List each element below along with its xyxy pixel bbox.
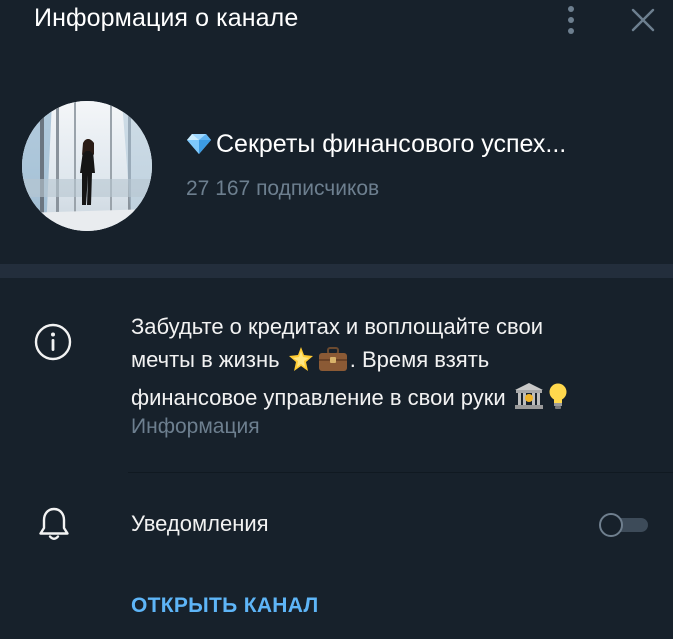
close-icon bbox=[631, 8, 655, 32]
description-line-2a: мечты в жизнь bbox=[131, 347, 280, 372]
page-title: Информация о канале bbox=[34, 4, 299, 32]
notifications-label: Уведомления bbox=[131, 511, 269, 536]
lightbulb-icon bbox=[548, 382, 568, 419]
subscriber-count: 27 167 подписчиков bbox=[186, 177, 380, 200]
avatar[interactable] bbox=[22, 101, 152, 231]
channel-name: Секреты финансового успех... bbox=[186, 130, 656, 162]
sparkle-star-icon bbox=[288, 346, 314, 381]
description-line-2b: . Время взять bbox=[349, 347, 490, 372]
channel-name-text: Секреты финансового успех... bbox=[216, 130, 567, 158]
info-icon bbox=[34, 323, 72, 361]
open-channel-button[interactable]: ОТКРЫТЬ КАНАЛ bbox=[131, 594, 319, 618]
toggle-knob bbox=[599, 513, 623, 537]
bell-icon bbox=[39, 507, 69, 540]
more-menu-button[interactable] bbox=[556, 2, 586, 38]
row-separator bbox=[128, 472, 673, 473]
notifications-toggle[interactable] bbox=[598, 512, 652, 538]
avatar-photo bbox=[22, 101, 152, 231]
description-line-1: Забудьте о кредитах и воплощайте свои bbox=[131, 314, 544, 339]
description-caption: Информация bbox=[131, 415, 260, 438]
bank-icon bbox=[514, 382, 544, 419]
close-button[interactable] bbox=[626, 3, 660, 37]
channel-profile: Секреты финансового успех... 27 167 подп… bbox=[0, 98, 673, 238]
diamond-icon bbox=[186, 133, 212, 162]
channel-info-panel: Информация о канале Секреты финансового … bbox=[0, 0, 673, 639]
channel-description: Забудьте о кредитах и воплощайте свои ме… bbox=[131, 310, 661, 419]
briefcase-icon bbox=[318, 346, 348, 381]
kebab-menu-icon bbox=[568, 6, 574, 34]
description-line-3: финансовое управление в свои руки bbox=[131, 385, 506, 410]
header: Информация о канале bbox=[0, 0, 673, 42]
section-divider bbox=[0, 264, 673, 278]
